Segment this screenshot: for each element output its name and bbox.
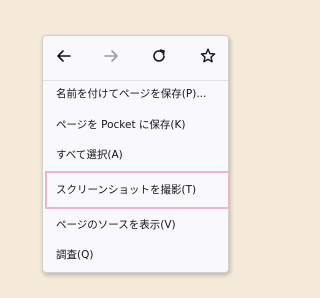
context-menu: 名前を付けてページを保存(P)... ページを Pocket に保存(K) すべ… — [42, 35, 230, 273]
navigation-row — [43, 36, 228, 74]
star-outline-icon — [200, 48, 216, 63]
arrow-left-icon — [57, 50, 71, 62]
page: 名前を付けてページを保存(P)... ページを Pocket に保存(K) すべ… — [0, 0, 261, 298]
reload-button[interactable] — [146, 43, 172, 69]
menu-item-save-to-pocket[interactable]: ページを Pocket に保存(K) — [56, 114, 185, 136]
menu-item-select-all[interactable]: すべて選択(A) — [56, 144, 123, 166]
arrow-right-icon — [104, 50, 118, 62]
forward-button[interactable] — [98, 43, 124, 69]
back-button[interactable] — [51, 43, 77, 69]
menu-item-take-screenshot[interactable]: スクリーンショットを撮影(T) — [56, 179, 196, 201]
reload-icon — [153, 49, 165, 62]
menu-item-inspect[interactable]: 調査(Q) — [56, 244, 93, 266]
bookmark-button[interactable] — [195, 43, 221, 69]
menu-separator — [43, 80, 228, 81]
menu-item-save-page-as[interactable]: 名前を付けてページを保存(P)... — [56, 83, 206, 105]
menu-item-view-page-source[interactable]: ページのソースを表示(V) — [56, 214, 176, 236]
